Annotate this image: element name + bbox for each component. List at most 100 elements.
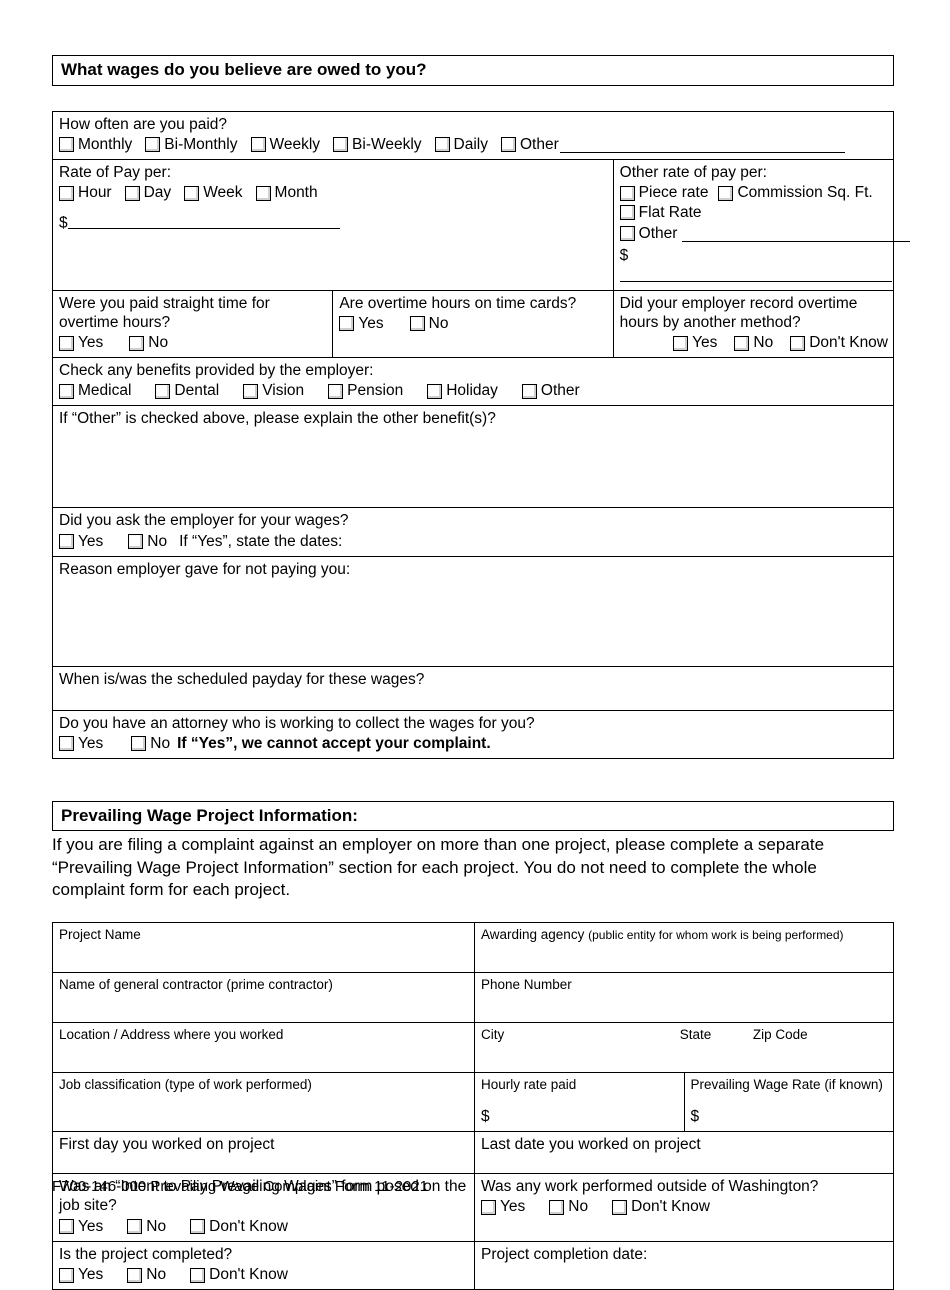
checkbox-option-week[interactable]: Week [184,183,243,203]
checkbox-icon[interactable] [409,316,425,332]
checkbox-option-straight-time-no[interactable]: No [129,333,168,353]
checkbox-icon[interactable] [427,383,443,399]
checkbox-option-completed-yes[interactable]: Yes [59,1265,103,1285]
cell-last-date[interactable]: Last date you worked on project [474,1130,894,1174]
pay-frequency-other-input[interactable] [559,137,845,153]
cell-project-name[interactable]: Project Name [52,922,475,974]
checkbox-option-outside-wa-dont-know[interactable]: Don't Know [612,1197,710,1217]
checkbox-option-day[interactable]: Day [124,183,171,203]
checkbox-icon[interactable] [145,137,161,153]
checkbox-icon[interactable] [250,137,266,153]
checkbox-icon[interactable] [619,226,635,242]
checkbox-option-benefit-other[interactable]: Other [521,381,580,401]
checkbox-option-completed-no[interactable]: No [127,1265,166,1285]
checkbox-option-medical[interactable]: Medical [59,381,131,401]
cell-reason-not-paid[interactable]: Reason employer gave for not paying you: [52,555,894,667]
checkbox-icon[interactable] [155,383,171,399]
state-label: State [679,1027,712,1043]
checkbox-option-month[interactable]: Month [255,183,318,203]
checkbox-option-monthly[interactable]: Monthly [59,135,132,155]
checkbox-option-daily[interactable]: Daily [434,135,488,155]
checkbox-option-timecards-no[interactable]: No [409,314,448,334]
checkbox-option-intent-no[interactable]: No [127,1217,166,1237]
checkbox-option-bi-weekly[interactable]: Bi-Weekly [333,135,422,155]
cell-job-classification[interactable]: Job classification (type of work perform… [52,1072,475,1132]
cell-location-address[interactable]: Location / Address where you worked [52,1022,475,1074]
checkbox-icon[interactable] [184,185,200,201]
checkbox-icon[interactable] [619,205,635,221]
checkbox-icon[interactable] [59,534,74,550]
checkbox-option-timecards-yes[interactable]: Yes [339,314,384,334]
checkbox-icon[interactable] [59,137,74,153]
checkbox-option-straight-time-yes[interactable]: Yes [59,333,103,353]
checkbox-option-other[interactable]: Other [500,135,845,155]
checkbox-option-attorney-yes[interactable]: Yes [59,734,103,754]
checkbox-option-hour[interactable]: Hour [59,183,112,203]
other-rate-of-pay-other-input[interactable] [682,226,911,242]
checkbox-option-asked-no[interactable]: No [128,532,167,552]
cell-first-day[interactable]: First day you worked on project [52,1130,475,1174]
checkbox-option-commission-sq-ft[interactable]: Commission Sq. Ft. [718,183,873,203]
other-rate-amount-input[interactable] [619,265,892,282]
rate-of-pay-amount-input[interactable] [67,213,340,230]
checkbox-icon[interactable] [500,137,516,153]
checkbox-icon[interactable] [790,335,806,351]
cell-phone-number[interactable]: Phone Number [474,972,894,1024]
checkbox-icon[interactable] [521,383,537,399]
checkbox-option-outside-wa-yes[interactable]: Yes [481,1197,525,1217]
checkbox-icon[interactable] [734,335,750,351]
checkbox-icon[interactable] [255,185,271,201]
checkbox-option-completed-dont-know[interactable]: Don't Know [190,1265,288,1285]
checkbox-option-other-method-no[interactable]: No [734,333,773,353]
checkbox-icon[interactable] [59,383,74,399]
checkbox-option-outside-wa-no[interactable]: No [549,1197,588,1217]
checkbox-option-holiday[interactable]: Holiday [427,381,498,401]
checkbox-option-weekly[interactable]: Weekly [250,135,320,155]
cell-city-state-zip[interactable]: City State Zip Code [474,1022,894,1074]
checkbox-icon[interactable] [549,1199,565,1215]
checkbox-option-piece-rate[interactable]: Piece rate [619,183,708,203]
checkbox-icon[interactable] [59,1219,74,1235]
checkbox-icon[interactable] [59,1267,74,1283]
checkbox-icon[interactable] [339,316,355,332]
checkbox-icon[interactable] [190,1267,206,1283]
cell-scheduled-payday[interactable]: When is/was the scheduled payday for the… [52,665,894,711]
checkbox-icon[interactable] [718,185,734,201]
checkbox-icon[interactable] [333,137,349,153]
cell-general-contractor[interactable]: Name of general contractor (prime contra… [52,972,475,1024]
checkbox-icon[interactable] [328,383,344,399]
checkbox-icon[interactable] [124,185,140,201]
checkbox-option-intent-dont-know[interactable]: Don't Know [190,1217,288,1237]
checkbox-icon[interactable] [190,1219,206,1235]
checkbox-option-dental[interactable]: Dental [155,381,219,401]
checkbox-option-bi-monthly[interactable]: Bi-Monthly [145,135,238,155]
checkbox-option-attorney-no[interactable]: No [131,734,170,754]
checkbox-icon[interactable] [434,137,450,153]
checkbox-option-other-rate[interactable]: Other [619,224,911,244]
checkbox-icon[interactable] [673,335,689,351]
checkbox-icon[interactable] [619,185,635,201]
checkbox-icon[interactable] [128,534,144,550]
checkbox-icon[interactable] [59,335,74,351]
checkbox-option-asked-yes[interactable]: Yes [59,532,103,552]
checkbox-icon[interactable] [59,185,74,201]
checkbox-option-pension[interactable]: Pension [328,381,403,401]
checkbox-icon[interactable] [131,736,147,752]
checkbox-icon[interactable] [129,335,145,351]
checkbox-option-other-method-dont-know[interactable]: Don't Know [790,333,888,353]
checkbox-icon[interactable] [612,1199,628,1215]
checkbox-icon[interactable] [481,1199,496,1215]
cell-prevailing-wage-rate[interactable]: Prevailing Wage Rate (if known) $ [683,1072,894,1132]
checkbox-icon[interactable] [243,383,259,399]
checkbox-option-flat-rate[interactable]: Flat Rate [619,203,702,223]
checkbox-option-other-method-yes[interactable]: Yes [673,333,717,353]
cell-benefits-explain[interactable]: If “Other” is checked above, please expl… [52,405,894,509]
checkbox-option-intent-yes[interactable]: Yes [59,1217,103,1237]
cell-hourly-rate-paid[interactable]: Hourly rate paid $ [474,1072,685,1132]
checkbox-icon[interactable] [59,736,74,752]
checkbox-icon[interactable] [127,1267,143,1283]
checkbox-option-vision[interactable]: Vision [243,381,304,401]
checkbox-icon[interactable] [127,1219,143,1235]
cell-awarding-agency[interactable]: Awarding agency (public entity for whom … [474,922,894,974]
cell-completion-date[interactable]: Project completion date: [474,1240,894,1290]
